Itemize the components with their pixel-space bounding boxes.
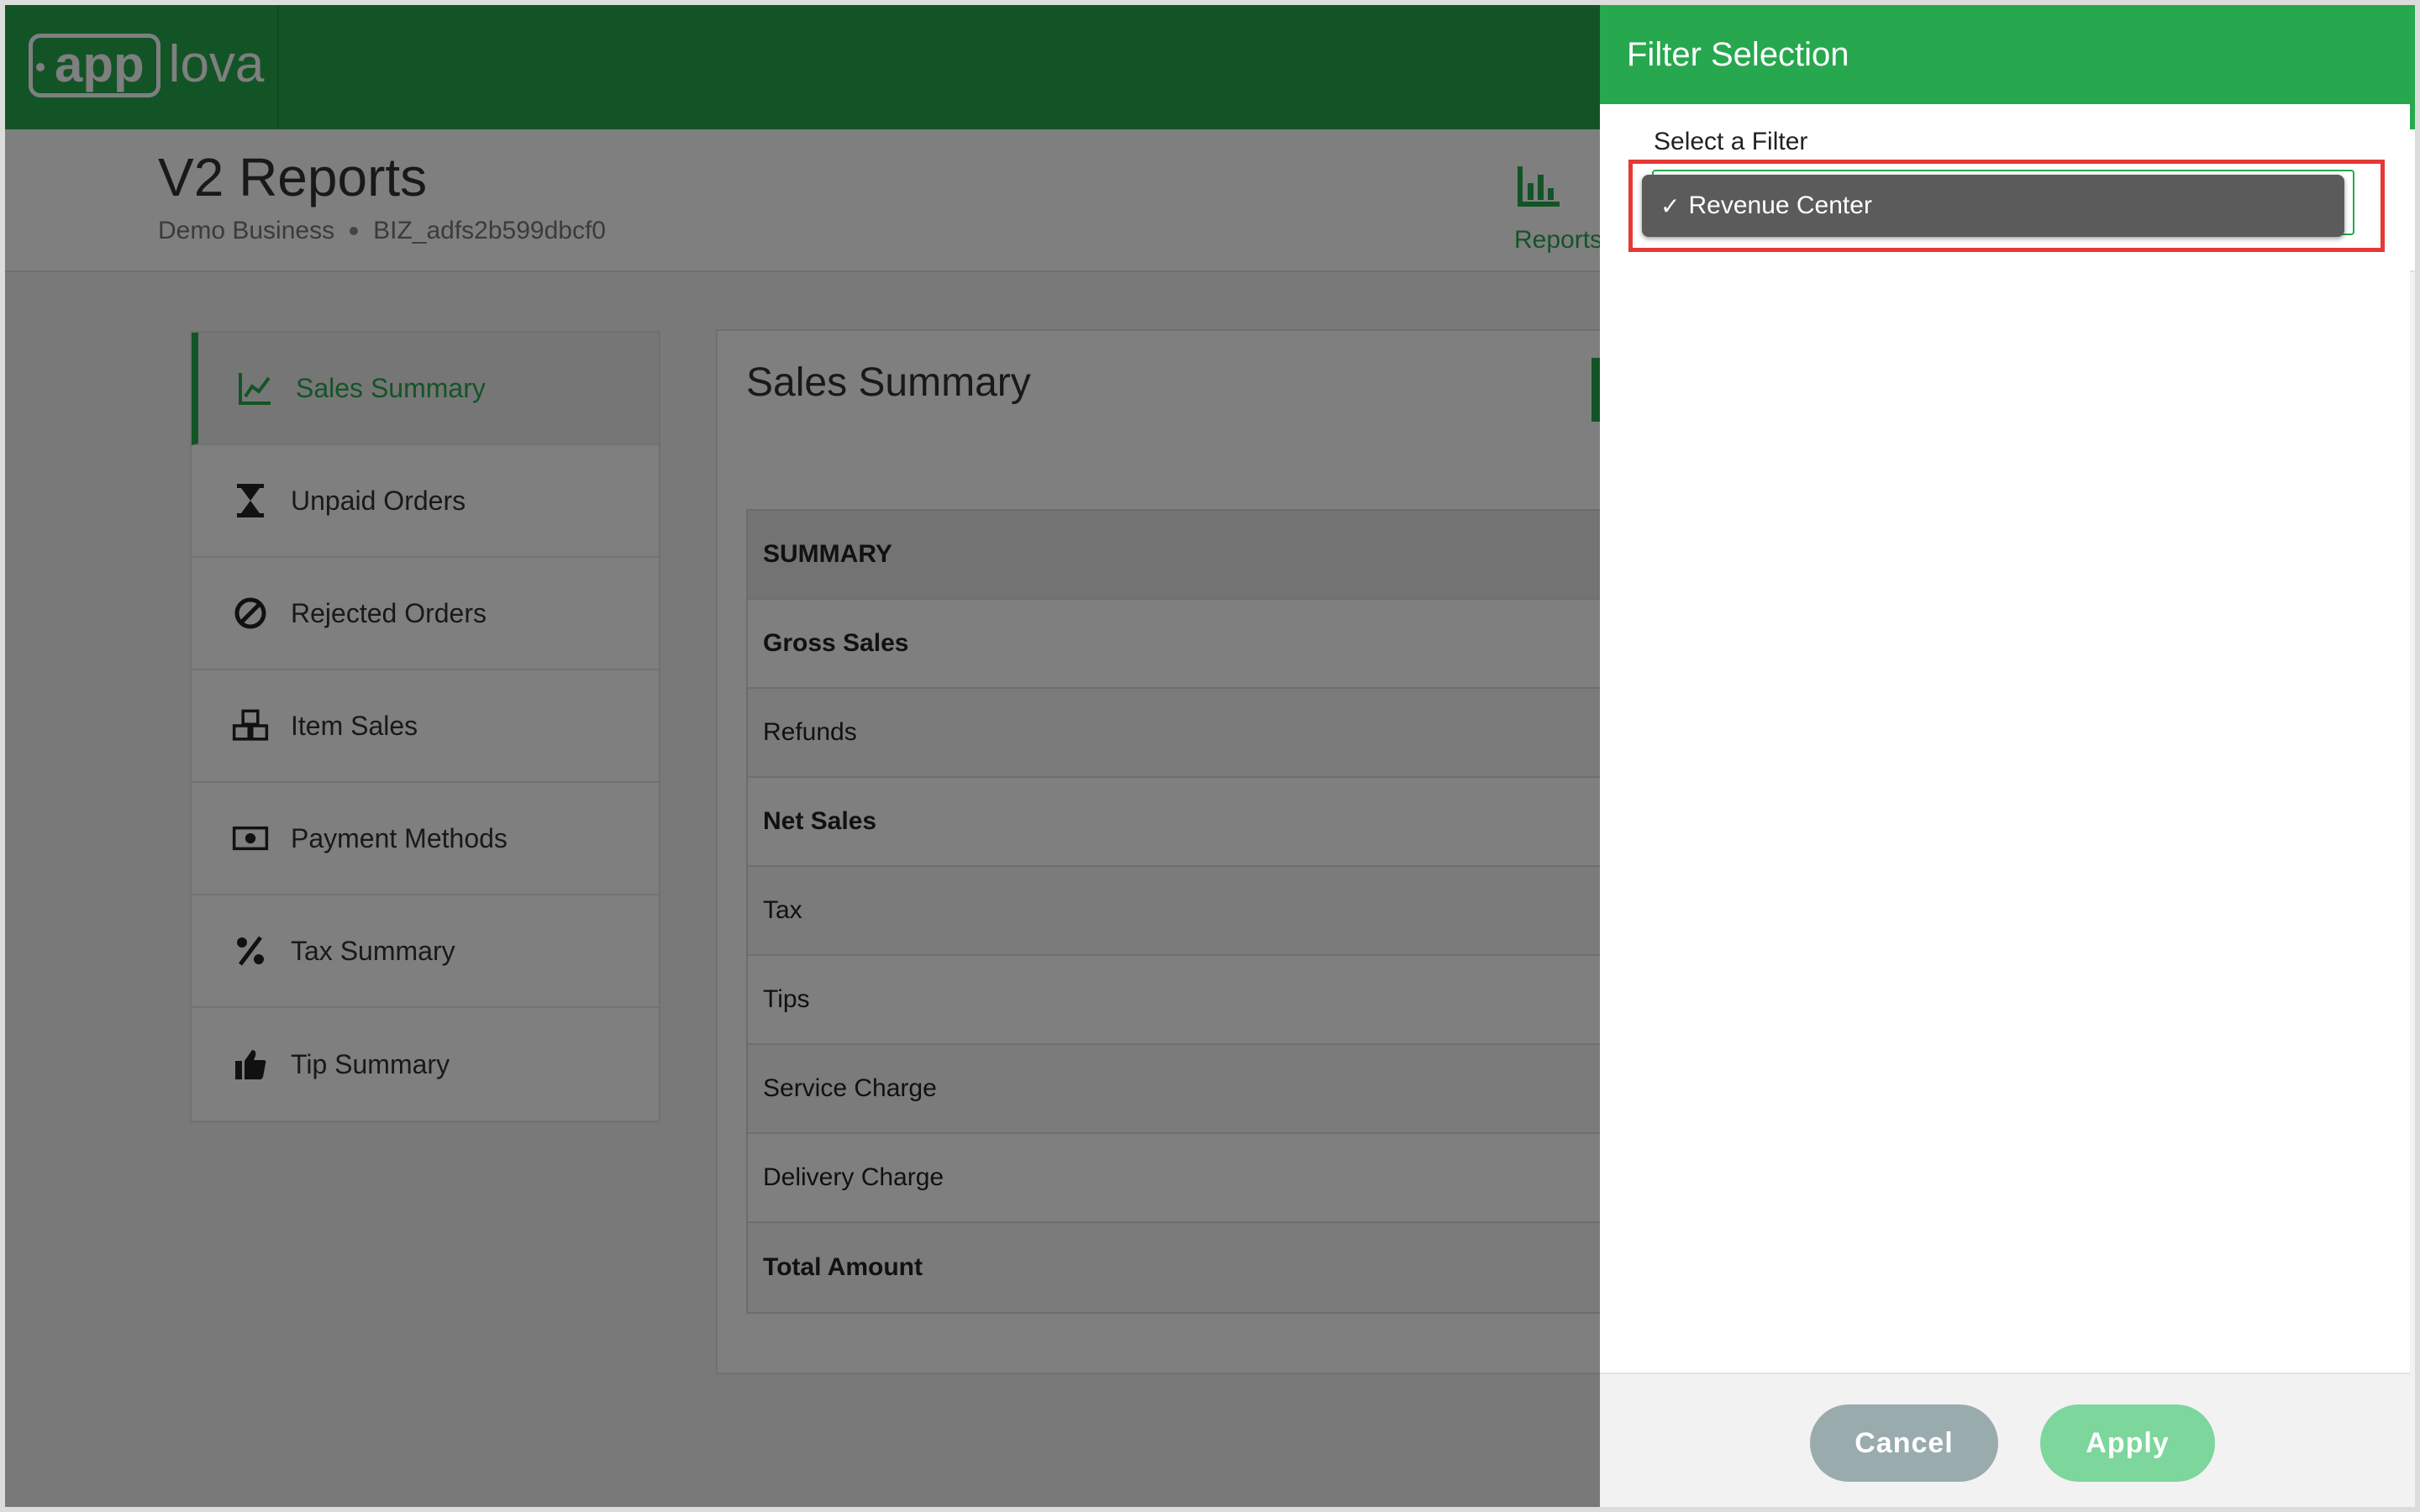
filter-drawer: Filter Selection Select a Filter ⌄ ✓ Rev… — [1600, 5, 2410, 1507]
drawer-footer: Cancel Apply — [1600, 1373, 2410, 1507]
modal-backdrop[interactable] — [5, 5, 1605, 1507]
drawer-title: Filter Selection — [1600, 5, 2410, 104]
cancel-button[interactable]: Cancel — [1810, 1404, 1998, 1482]
apply-button[interactable]: Apply — [2040, 1404, 2215, 1482]
highlight-box — [1628, 160, 2385, 252]
filter-field-label: Select a Filter — [1654, 128, 1808, 155]
